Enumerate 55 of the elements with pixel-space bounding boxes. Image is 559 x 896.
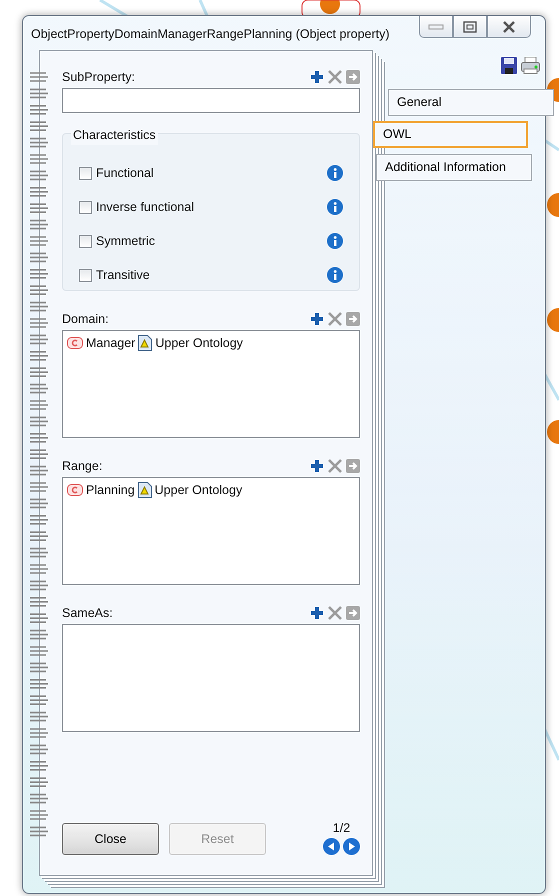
minimize-icon bbox=[428, 24, 444, 30]
maximize-icon bbox=[463, 20, 477, 32]
info-icon[interactable] bbox=[327, 233, 343, 249]
checkbox[interactable] bbox=[79, 166, 92, 180]
class-icon bbox=[67, 484, 83, 496]
class-name[interactable]: Manager bbox=[86, 334, 136, 353]
diagram-node bbox=[547, 193, 559, 217]
move-icon[interactable] bbox=[346, 606, 360, 620]
ontology-icon bbox=[138, 482, 152, 498]
info-icon[interactable] bbox=[327, 199, 343, 215]
checkbox-label: Functional bbox=[96, 164, 154, 182]
tab[interactable]: OWL bbox=[373, 121, 528, 148]
checkbox[interactable] bbox=[79, 234, 92, 248]
close-button[interactable]: Close bbox=[62, 823, 159, 855]
checkbox[interactable] bbox=[79, 268, 92, 282]
field-label: SubProperty: bbox=[62, 68, 135, 86]
remove-icon[interactable] bbox=[327, 458, 343, 474]
remove-icon[interactable] bbox=[327, 69, 343, 85]
class-icon bbox=[67, 337, 83, 350]
field-label: Domain: bbox=[62, 310, 109, 328]
save-icon[interactable] bbox=[501, 57, 517, 74]
window-title: ObjectPropertyDomainManagerRangePlanning (Object property) bbox=[31, 26, 390, 43]
checkbox[interactable] bbox=[79, 200, 92, 214]
previous-page-icon[interactable] bbox=[323, 838, 340, 855]
subproperty-field[interactable] bbox=[62, 88, 360, 113]
remove-icon[interactable] bbox=[327, 605, 343, 621]
add-icon[interactable] bbox=[310, 312, 324, 326]
next-page-icon[interactable] bbox=[343, 838, 360, 855]
ontology-name[interactable]: Upper Ontology bbox=[155, 334, 243, 353]
move-icon[interactable] bbox=[346, 70, 360, 84]
page-counter: 1/2 bbox=[332, 820, 350, 838]
close-icon bbox=[502, 20, 516, 32]
tab[interactable]: General bbox=[388, 89, 554, 116]
field-label: SameAs: bbox=[62, 604, 113, 622]
tab[interactable]: Additional Information bbox=[376, 154, 532, 181]
info-icon[interactable] bbox=[327, 165, 343, 181]
add-icon[interactable] bbox=[310, 70, 324, 84]
close-window-button[interactable] bbox=[487, 16, 531, 38]
class-name[interactable]: Planning bbox=[86, 481, 135, 500]
add-icon[interactable] bbox=[310, 606, 324, 620]
diagram-node bbox=[547, 420, 559, 444]
checkbox-label: Inverse functional bbox=[96, 198, 194, 216]
print-icon[interactable] bbox=[521, 57, 540, 74]
diagram-node bbox=[547, 308, 559, 332]
maximize-button[interactable] bbox=[453, 16, 487, 38]
ontology-name[interactable]: Upper Ontology bbox=[154, 481, 242, 500]
info-icon[interactable] bbox=[327, 267, 343, 283]
checkbox-label: Symmetric bbox=[96, 232, 156, 250]
field-label: Range: bbox=[62, 458, 102, 475]
checkbox-label: Transitive bbox=[96, 266, 150, 284]
move-icon[interactable] bbox=[346, 312, 360, 326]
add-icon[interactable] bbox=[310, 459, 324, 473]
move-icon[interactable] bbox=[346, 459, 360, 473]
remove-icon[interactable] bbox=[327, 311, 343, 327]
ontology-icon bbox=[138, 335, 152, 352]
